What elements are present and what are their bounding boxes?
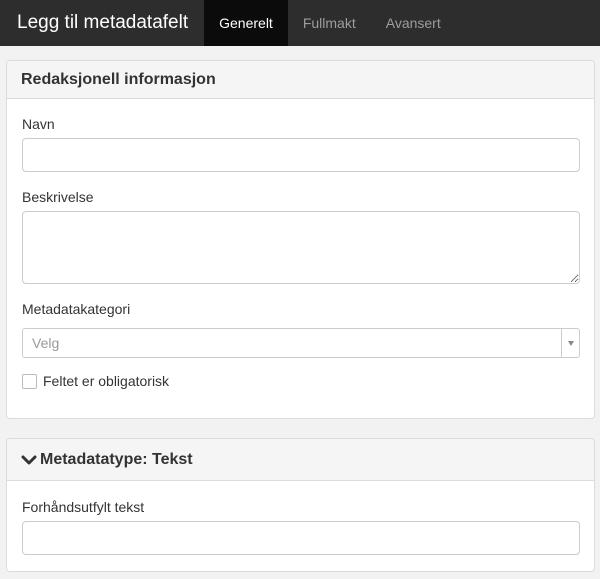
metadatatype-panel-heading[interactable]: Metadatatype: Tekst: [7, 439, 594, 481]
tab-avansert[interactable]: Avansert: [371, 0, 456, 46]
prefill-label: Forhåndsutfylt tekst: [22, 499, 145, 515]
required-checkbox-row[interactable]: Feltet er obligatorisk: [22, 373, 169, 389]
category-select-value: Velg: [32, 335, 60, 351]
editorial-panel: Redaksjonell informasjon Navn Beskrivels…: [6, 60, 595, 419]
tab-fullmakt[interactable]: Fullmakt: [288, 0, 371, 46]
prefill-input[interactable]: [22, 521, 580, 555]
top-navbar: Legg til metadatafelt Generelt Fullmakt …: [0, 0, 600, 46]
required-checkbox-label: Feltet er obligatorisk: [43, 373, 170, 389]
required-checkbox[interactable]: [22, 373, 37, 389]
category-select[interactable]: Velg: [22, 328, 580, 358]
select-arrow-button[interactable]: [561, 329, 579, 357]
category-label: Metadatakategori: [22, 301, 131, 317]
description-label: Beskrivelse: [22, 189, 94, 205]
name-input[interactable]: [22, 138, 580, 172]
editorial-panel-heading: Redaksjonell informasjon: [7, 61, 594, 99]
caret-down-icon: [567, 340, 574, 346]
description-textarea[interactable]: [22, 211, 580, 284]
chevron-down-icon: [21, 455, 37, 464]
metadatatype-heading-label: Metadatatype: Tekst: [40, 450, 193, 468]
tab-generelt[interactable]: Generelt: [204, 0, 288, 46]
page-title: Legg til metadatafelt: [17, 12, 189, 33]
metadatatype-panel: Metadatatype: Tekst Forhåndsutfylt tekst: [6, 438, 595, 572]
name-label: Navn: [22, 116, 55, 132]
